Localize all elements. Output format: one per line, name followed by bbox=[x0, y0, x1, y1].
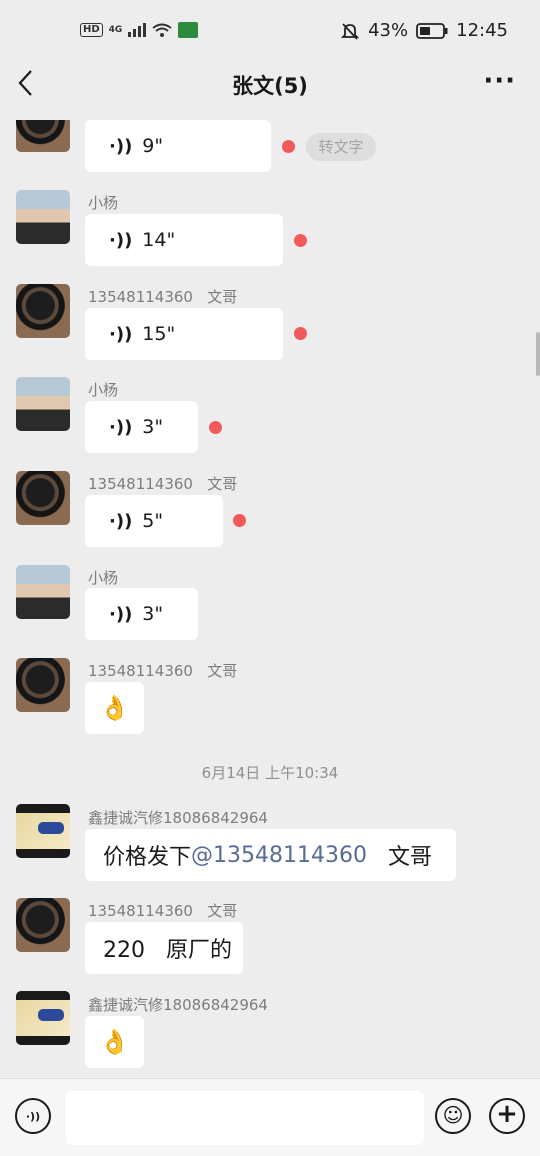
text-message[interactable]: 价格发下 @13548114360 文哥 bbox=[85, 829, 456, 881]
avatar[interactable] bbox=[16, 190, 70, 244]
avatar[interactable] bbox=[16, 658, 70, 712]
avatar-card-bottom bbox=[16, 849, 70, 858]
voice-wave-icon: ·)) bbox=[109, 135, 133, 157]
emoji-icon[interactable]: ☺ bbox=[435, 1098, 471, 1134]
plus-icon[interactable]: + bbox=[489, 1098, 525, 1134]
emoji-face-glyph: ☺ bbox=[442, 1103, 464, 1127]
voice-duration: 3" bbox=[142, 416, 164, 438]
sender-name: 13548114360 文哥 bbox=[88, 902, 238, 920]
sender-name: 小杨 bbox=[88, 194, 119, 212]
convert-to-text-button[interactable]: 转文字 bbox=[306, 133, 376, 161]
message-text-prefix: 价格发下 bbox=[103, 845, 192, 870]
unread-voice-dot bbox=[233, 514, 246, 527]
ok-hand-emoji: 👌 bbox=[99, 694, 130, 722]
sender-name: 小杨 bbox=[88, 569, 119, 587]
avatar[interactable] bbox=[16, 471, 70, 525]
text-message[interactable]: 220 原厂的 bbox=[85, 922, 243, 974]
clock: 12:45 bbox=[456, 20, 508, 41]
unread-voice-dot bbox=[294, 234, 307, 247]
sender-name: 鑫捷诚汽修18086842964 bbox=[88, 809, 268, 827]
avatar[interactable] bbox=[16, 898, 70, 952]
voice-message[interactable]: ·)) 3" bbox=[85, 588, 198, 640]
voice-message[interactable]: ·)) 15" bbox=[85, 308, 283, 360]
status-left: HD 4G bbox=[80, 22, 199, 38]
voice-toggle-icon[interactable]: ·)) bbox=[15, 1098, 51, 1134]
sender-name: 13548114360 文哥 bbox=[88, 475, 238, 493]
message-text-suffix: 文哥 bbox=[366, 845, 432, 870]
voice-wave-icon: ·)) bbox=[109, 323, 133, 345]
signal-icon bbox=[128, 23, 147, 37]
avatar-card-strip bbox=[16, 991, 70, 1000]
sender-name: 13548114360 文哥 bbox=[88, 288, 238, 306]
input-bar: ·)) ☺ + bbox=[0, 1078, 540, 1156]
message-input[interactable] bbox=[66, 1091, 424, 1145]
voice-message[interactable]: ·)) 14" bbox=[85, 214, 283, 266]
sender-name: 13548114360 文哥 bbox=[88, 662, 238, 680]
message-timestamp: 6月14日 上午10:34 bbox=[201, 764, 339, 782]
unread-voice-dot bbox=[294, 327, 307, 340]
voice-wave-icon: ·)) bbox=[109, 416, 133, 438]
emoji-message[interactable]: 👌 bbox=[85, 1016, 144, 1068]
voice-duration: 15" bbox=[142, 323, 176, 345]
status-right: 43% 12:45 bbox=[340, 20, 508, 41]
voice-message[interactable]: ·)) 9" bbox=[85, 120, 271, 172]
hd-badge: HD bbox=[80, 23, 103, 37]
message-text: 220 原厂的 bbox=[103, 938, 232, 963]
mute-bell-icon bbox=[340, 22, 360, 40]
unread-voice-dot bbox=[209, 421, 222, 434]
scrollbar[interactable] bbox=[536, 332, 540, 376]
avatar[interactable] bbox=[16, 804, 70, 858]
chat-title: 张文(5) bbox=[232, 74, 308, 98]
avatar-car-shape bbox=[38, 822, 64, 834]
mention-link[interactable]: @13548114360 bbox=[191, 843, 367, 868]
network-type: 4G bbox=[108, 25, 123, 35]
voice-duration: 14" bbox=[142, 229, 176, 251]
voice-wave-icon: ·)) bbox=[109, 510, 133, 532]
voice-message[interactable]: ·)) 5" bbox=[85, 495, 223, 547]
voice-message[interactable]: ·)) 3" bbox=[85, 401, 198, 453]
more-options-button[interactable]: ··· bbox=[483, 68, 516, 94]
status-bar: HD 4G 43% 12:45 bbox=[0, 0, 540, 62]
voice-duration: 5" bbox=[142, 510, 164, 532]
avatar-card-strip bbox=[16, 804, 70, 813]
avatar[interactable] bbox=[16, 377, 70, 431]
sender-name: 小杨 bbox=[88, 381, 119, 399]
unread-voice-dot bbox=[282, 140, 295, 153]
wifi-icon bbox=[152, 23, 172, 37]
ok-hand-emoji: 👌 bbox=[99, 1028, 130, 1056]
emoji-message[interactable]: 👌 bbox=[85, 682, 144, 734]
battery-icon bbox=[416, 22, 448, 39]
avatar-car-shape bbox=[38, 1009, 64, 1021]
voice-duration: 9" bbox=[142, 135, 164, 157]
avatar-card-bottom bbox=[16, 1036, 70, 1045]
voice-toggle-glyph: ·)) bbox=[25, 1110, 41, 1123]
sender-name: 鑫捷诚汽修18086842964 bbox=[88, 996, 268, 1014]
battery-percent: 43% bbox=[368, 20, 409, 41]
voice-duration: 3" bbox=[142, 603, 164, 625]
chat-header: 张文(5) ··· bbox=[0, 62, 540, 108]
avatar[interactable] bbox=[16, 284, 70, 338]
app-notification-icon bbox=[178, 22, 199, 38]
voice-wave-icon: ·)) bbox=[109, 229, 133, 251]
avatar[interactable] bbox=[16, 991, 70, 1045]
voice-wave-icon: ·)) bbox=[109, 603, 133, 625]
plus-glyph: + bbox=[496, 1099, 518, 1129]
avatar[interactable] bbox=[16, 565, 70, 619]
